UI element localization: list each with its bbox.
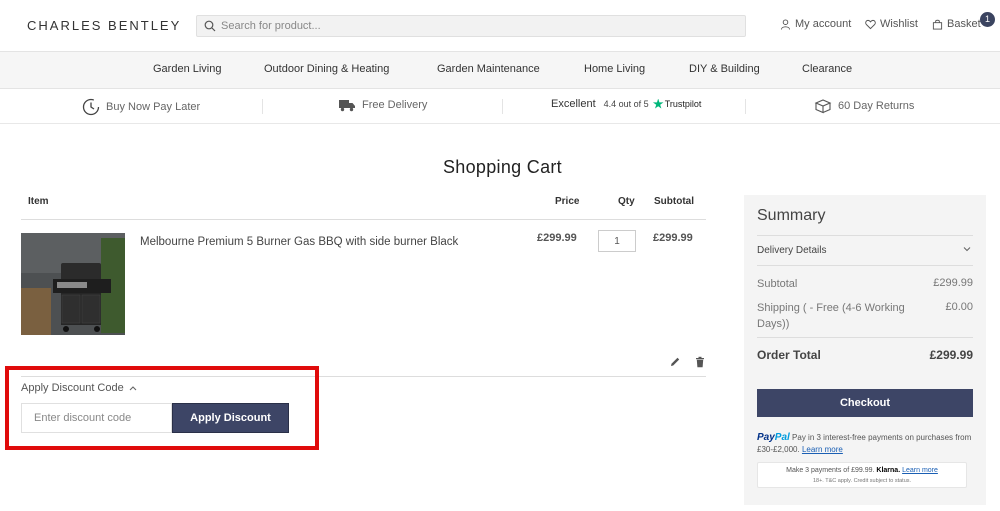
usp-bar: Buy Now Pay Later Free Delivery Excellen… (0, 89, 1000, 124)
cart-item-divider (21, 376, 706, 377)
basket-icon (932, 19, 943, 30)
discount-code-toggle[interactable]: Apply Discount Code (21, 382, 137, 394)
bbq-product-image (21, 233, 125, 335)
column-header-qty: Qty (618, 196, 635, 207)
summary-title: Summary (757, 207, 826, 224)
usp-divider (502, 99, 503, 114)
basket-count-badge: 1 (980, 12, 995, 27)
delivery-truck-icon (339, 100, 355, 112)
heart-icon (865, 19, 876, 29)
klarna-disclaimer: 18+. T&C apply. Credit subject to status… (812, 478, 912, 484)
klarna-text: Make 3 payments of £99.99. (786, 467, 875, 474)
usp-pay-later[interactable]: Buy Now Pay Later (82, 98, 200, 116)
nav-item-outdoor-dining[interactable]: Outdoor Dining & Heating (264, 63, 389, 75)
rating-label: Excellent (551, 98, 596, 110)
wishlist-link[interactable]: Wishlist (865, 18, 918, 30)
paypal-logo: PayPal (757, 432, 790, 443)
quantity-input[interactable] (598, 230, 636, 252)
search-bar[interactable] (196, 15, 746, 37)
nav-item-clearance[interactable]: Clearance (802, 63, 852, 75)
summary-divider (757, 235, 973, 236)
returns-box-icon (814, 99, 832, 114)
checkout-button[interactable]: Checkout (757, 389, 973, 417)
item-price: £299.99 (537, 232, 577, 244)
paypal-message: PayPal Pay in 3 interest-free payments o… (757, 432, 977, 456)
chevron-up-icon (129, 386, 137, 391)
shipping-label: Shipping ( - Free (4-6 Working Days)) (757, 302, 905, 330)
shipping-value: £0.00 (945, 301, 973, 313)
edit-pencil-icon[interactable] (669, 356, 681, 368)
page-title: Shopping Cart (443, 157, 562, 177)
summary-divider (757, 265, 973, 266)
trustpilot-widget[interactable]: Excellent 4.4 out of 5 Trustpilot (551, 98, 701, 110)
discount-code-input[interactable] (21, 403, 172, 433)
main-nav: Garden Living Outdoor Dining & Heating G… (0, 52, 1000, 89)
order-total-value: £299.99 (929, 348, 973, 362)
paypal-pal-text: Pal (774, 432, 790, 443)
column-header-price: Price (555, 196, 580, 207)
chevron-down-icon[interactable] (962, 244, 972, 254)
user-icon (780, 18, 791, 30)
nav-item-garden-living[interactable]: Garden Living (153, 63, 222, 75)
apply-discount-button[interactable]: Apply Discount (172, 403, 289, 433)
column-header-item: Item (28, 196, 49, 207)
usp-returns[interactable]: 60 Day Returns (814, 98, 914, 114)
my-account-label: My account (795, 18, 852, 30)
usp-divider (262, 99, 263, 114)
rating-value: 4.4 out of 5 (603, 99, 649, 109)
usp-delivery-label: Free Delivery (362, 99, 428, 111)
table-header-divider (21, 219, 706, 220)
basket-link[interactable]: Basket (932, 18, 981, 30)
usp-pay-later-label: Buy Now Pay Later (106, 101, 201, 113)
site-header: CHARLES BENTLEY My account Wishlist Bask… (0, 0, 1000, 52)
usp-returns-label: 60 Day Returns (838, 100, 915, 112)
subtotal-label: Subtotal (757, 278, 798, 290)
nav-item-diy-building[interactable]: DIY & Building (689, 63, 760, 75)
usp-free-delivery[interactable]: Free Delivery (338, 98, 427, 112)
search-input[interactable] (221, 16, 741, 36)
nav-item-home-living[interactable]: Home Living (584, 63, 645, 75)
paypal-learn-more-link[interactable]: Learn more (802, 445, 843, 454)
my-account-link[interactable]: My account (780, 18, 851, 30)
basket-label: Basket (947, 18, 981, 30)
order-summary-panel: Summary Delivery Details Subtotal £299.9… (744, 195, 986, 505)
delete-trash-icon[interactable] (694, 356, 706, 368)
product-name[interactable]: Melbourne Premium 5 Burner Gas BBQ with … (140, 236, 458, 248)
klarna-learn-more-link[interactable]: Learn more (902, 467, 938, 474)
wishlist-label: Wishlist (880, 18, 918, 30)
subtotal-value: £299.99 (933, 277, 973, 289)
usp-divider (745, 99, 746, 114)
paypal-text: Pay in 3 interest-free payments on purch… (757, 433, 972, 454)
search-icon (204, 20, 216, 32)
site-logo[interactable]: CHARLES BENTLEY (27, 18, 181, 33)
trustpilot-star-icon (652, 98, 664, 109)
item-subtotal: £299.99 (653, 232, 693, 244)
nav-item-garden-maintenance[interactable]: Garden Maintenance (437, 63, 540, 75)
trustpilot-label: Trustpilot (664, 99, 702, 109)
klarna-message: Make 3 payments of £99.99. Klarna. Learn… (757, 462, 967, 488)
order-total-label: Order Total (757, 348, 821, 362)
product-image[interactable] (21, 233, 125, 335)
paypal-pay-text: Pay (757, 432, 775, 443)
summary-divider (757, 337, 973, 338)
klarna-logo: Klarna. (876, 467, 901, 474)
discount-toggle-label: Apply Discount Code (21, 382, 124, 394)
clock-icon (82, 98, 100, 116)
column-header-subtotal: Subtotal (654, 196, 694, 207)
delivery-details-toggle[interactable]: Delivery Details (757, 245, 826, 256)
